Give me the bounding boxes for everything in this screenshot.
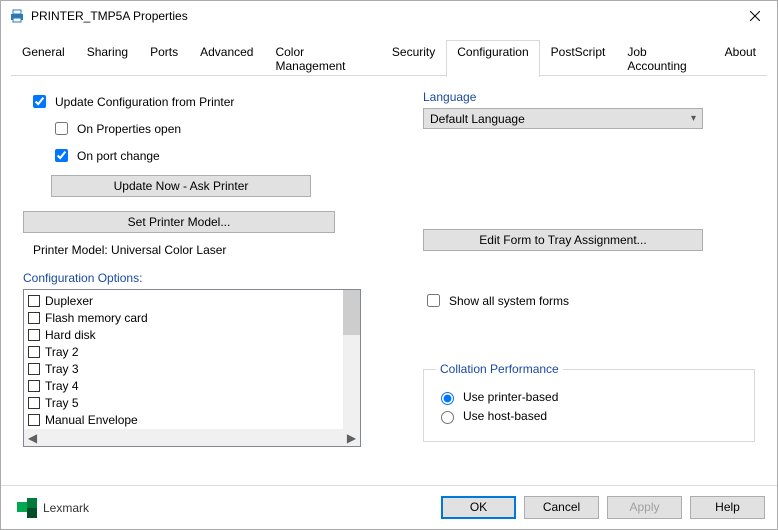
- show-all-forms-input[interactable]: [427, 294, 440, 307]
- language-group: Language Default Language ▾: [423, 90, 755, 129]
- list-item[interactable]: Tray 5: [28, 394, 344, 411]
- language-select[interactable]: Default Language ▾: [423, 108, 703, 129]
- list-item[interactable]: Flash memory card: [28, 309, 344, 326]
- brand-text: Lexmark: [43, 501, 89, 515]
- printer-model-text: Printer Model: Universal Color Laser: [33, 243, 363, 257]
- edit-form-tray-button[interactable]: Edit Form to Tray Assignment...: [423, 229, 703, 251]
- set-printer-model-button[interactable]: Set Printer Model...: [23, 211, 335, 233]
- on-port-change-checkbox[interactable]: On port change: [51, 146, 363, 165]
- tab-security[interactable]: Security: [381, 40, 446, 77]
- tab-sharing[interactable]: Sharing: [76, 40, 139, 77]
- tab-color-management[interactable]: Color Management: [264, 40, 380, 77]
- list-item[interactable]: Tray 4: [28, 377, 344, 394]
- list-item[interactable]: Tray 2: [28, 343, 344, 360]
- on-port-change-label: On port change: [77, 149, 160, 163]
- collation-host-radio[interactable]: Use host-based: [436, 408, 742, 424]
- tab-strip: General Sharing Ports Advanced Color Man…: [1, 31, 777, 76]
- collation-printer-label: Use printer-based: [463, 390, 558, 404]
- lexmark-icon: [17, 498, 37, 518]
- collation-printer-input[interactable]: [441, 392, 454, 405]
- update-config-label: Update Configuration from Printer: [55, 95, 234, 109]
- titlebar: PRINTER_TMP5A Properties: [1, 1, 777, 31]
- language-label: Language: [423, 90, 755, 104]
- tab-ports[interactable]: Ports: [139, 40, 189, 77]
- cancel-button[interactable]: Cancel: [524, 496, 599, 519]
- chevron-down-icon: ▾: [691, 113, 696, 124]
- vertical-scrollbar[interactable]: [343, 290, 360, 429]
- help-button[interactable]: Help: [690, 496, 765, 519]
- on-port-change-input[interactable]: [55, 149, 68, 162]
- language-value: Default Language: [430, 112, 525, 126]
- properties-window: PRINTER_TMP5A Properties General Sharing…: [0, 0, 778, 530]
- collation-legend: Collation Performance: [436, 362, 563, 376]
- list-item[interactable]: Hard disk: [28, 326, 344, 343]
- tab-advanced[interactable]: Advanced: [189, 40, 264, 77]
- tab-general[interactable]: General: [11, 40, 76, 77]
- footer: Lexmark OK Cancel Apply Help: [1, 485, 777, 529]
- chevron-left-icon: ◀: [24, 431, 41, 445]
- tab-postscript[interactable]: PostScript: [540, 40, 617, 77]
- tab-job-accounting[interactable]: Job Accounting: [616, 40, 713, 77]
- window-title: PRINTER_TMP5A Properties: [31, 9, 732, 23]
- collation-host-label: Use host-based: [463, 409, 547, 423]
- close-button[interactable]: [732, 1, 777, 31]
- close-icon: [750, 11, 760, 21]
- update-config-input[interactable]: [33, 95, 46, 108]
- tab-about[interactable]: About: [714, 40, 767, 77]
- on-properties-open-label: On Properties open: [77, 122, 181, 136]
- show-all-forms-label: Show all system forms: [449, 294, 569, 308]
- on-properties-open-checkbox[interactable]: On Properties open: [51, 119, 363, 138]
- on-properties-open-input[interactable]: [55, 122, 68, 135]
- show-all-forms-checkbox[interactable]: Show all system forms: [423, 291, 755, 310]
- chevron-right-icon: ▶: [343, 431, 360, 445]
- content-area: Update Configuration from Printer On Pro…: [1, 76, 777, 485]
- config-options-listbox[interactable]: Duplexer Flash memory card Hard disk Tra…: [23, 289, 361, 447]
- list-item[interactable]: Duplexer: [28, 292, 344, 309]
- printer-icon: [9, 8, 25, 24]
- list-item[interactable]: Tray 3: [28, 360, 344, 377]
- collation-printer-radio[interactable]: Use printer-based: [436, 389, 742, 405]
- ok-button[interactable]: OK: [441, 496, 516, 519]
- collation-host-input[interactable]: [441, 411, 454, 424]
- update-config-checkbox[interactable]: Update Configuration from Printer: [29, 92, 363, 111]
- list-item[interactable]: Manual Envelope: [28, 411, 344, 428]
- collation-group: Collation Performance Use printer-based …: [423, 362, 755, 442]
- update-now-button[interactable]: Update Now - Ask Printer: [51, 175, 311, 197]
- brand-logo: Lexmark: [17, 498, 89, 518]
- tab-configuration[interactable]: Configuration: [446, 40, 539, 77]
- horizontal-scrollbar[interactable]: ◀ ▶: [24, 429, 360, 446]
- apply-button: Apply: [607, 496, 682, 519]
- config-options-label: Configuration Options:: [23, 271, 363, 285]
